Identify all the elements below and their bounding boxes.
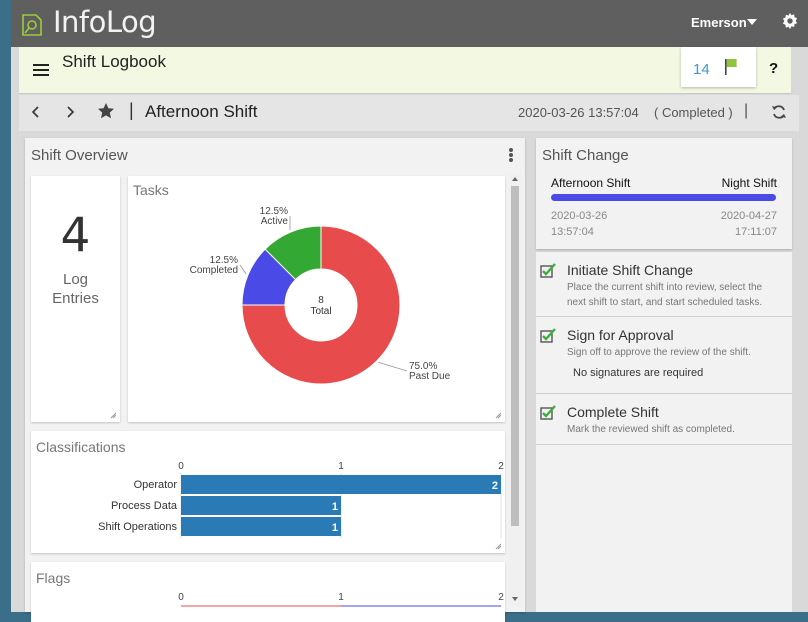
- nav-separator-2: |: [744, 102, 748, 120]
- app-title: InfoLog: [53, 5, 156, 39]
- from-date: 2020-03-26: [551, 208, 607, 224]
- log-entries-card[interactable]: 4 Log Entries: [31, 176, 120, 422]
- flags-card: Flags 012: [31, 562, 505, 622]
- bar[interactable]: [181, 475, 501, 494]
- logbook-title: Shift Logbook: [62, 52, 166, 72]
- x-tick-label: 1: [338, 592, 344, 603]
- resize-handle-icon[interactable]: [495, 412, 502, 419]
- donut-slice-label: Past Due: [409, 371, 451, 382]
- to-time: 17:11:07: [721, 224, 777, 240]
- step-description-line-2: next shift to start, and start scheduled…: [567, 295, 777, 310]
- checkbox-checked-icon: [540, 262, 556, 278]
- category-label: Operator: [134, 479, 178, 491]
- shift-steps-list: Initiate Shift Change Place the current …: [536, 252, 792, 612]
- checkbox-checked-icon: [540, 327, 556, 343]
- shift-date: 2020-03-26 13:57:04: [518, 105, 639, 120]
- refresh-icon[interactable]: [771, 104, 787, 120]
- donut-label-leader: [240, 265, 246, 274]
- from-time: 13:57:04: [551, 224, 607, 240]
- donut-slice-label: Active: [261, 216, 289, 227]
- step-description: Place the current shift into review, sel…: [567, 280, 777, 310]
- x-tick-label: 2: [498, 461, 504, 472]
- x-tick-label: 2: [498, 592, 504, 603]
- step-title: Initiate Shift Change: [567, 262, 693, 278]
- app-window: InfoLog Emerson Shift Logbook 14 ? | Aft…: [11, 0, 808, 612]
- shift-change-panel: Shift Change Afternoon Shift Night Shift…: [536, 138, 792, 249]
- log-label-line-2: Entries: [31, 289, 120, 308]
- menu-icon[interactable]: [33, 64, 49, 76]
- flags-bar-chart: 0 1 2: [31, 562, 505, 622]
- flag-count: 14: [693, 61, 710, 78]
- category-label: Process Data: [111, 500, 178, 512]
- classifications-card: Classifications 012Operator2Process Data…: [31, 431, 505, 553]
- step-description-line-1: Place the current shift into review, sel…: [567, 280, 777, 295]
- top-bar: InfoLog Emerson: [11, 0, 808, 47]
- bar-value-label: 1: [332, 501, 338, 513]
- x-tick-label: 1: [338, 461, 344, 472]
- gear-icon[interactable]: [781, 12, 799, 30]
- bar-value-label: 2: [492, 480, 498, 492]
- shift-progress-bar: [551, 194, 776, 201]
- log-count: 4: [31, 208, 120, 263]
- checkbox-checked-icon: [540, 404, 556, 420]
- chevron-down-icon[interactable]: [747, 19, 757, 25]
- flags-button[interactable]: 14: [681, 47, 756, 87]
- donut-label-leader: [378, 362, 407, 371]
- bar[interactable]: [181, 517, 341, 536]
- step-description: Sign off to approve the review of the sh…: [567, 345, 777, 360]
- nav-separator: |: [129, 100, 134, 121]
- logo-icon: [21, 11, 43, 37]
- step-title: Complete Shift: [567, 404, 659, 420]
- resize-handle-icon[interactable]: [495, 543, 502, 550]
- flag-icon: [724, 58, 738, 75]
- category-label: Shift Operations: [98, 521, 177, 533]
- donut-slice-label: Completed: [190, 265, 238, 276]
- help-button[interactable]: ?: [769, 60, 778, 77]
- step-title: Sign for Approval: [567, 327, 674, 343]
- step-complete-shift[interactable]: Complete Shift Mark the reviewed shift a…: [536, 394, 792, 445]
- bar[interactable]: [181, 496, 341, 515]
- step-note: No signatures are required: [573, 367, 703, 379]
- star-icon[interactable]: [97, 102, 115, 120]
- overview-scrollbar[interactable]: [509, 174, 521, 606]
- scroll-up-icon[interactable]: [512, 176, 518, 181]
- user-menu[interactable]: Emerson: [691, 15, 747, 30]
- shift-overview-panel: Shift Overview 4 Log Entries Tasks 75.0%…: [25, 138, 525, 612]
- overview-title: Shift Overview: [31, 147, 128, 164]
- shift-change-title: Shift Change: [542, 147, 629, 164]
- from-shift: Afternoon Shift: [551, 176, 630, 190]
- step-sign-for-approval[interactable]: Sign for Approval Sign off to approve th…: [536, 317, 792, 394]
- to-shift: Night Shift: [722, 176, 777, 190]
- chevron-left-icon[interactable]: [29, 105, 43, 119]
- tasks-card: Tasks 75.0%Past Due12.5%Completed12.5%Ac…: [128, 176, 505, 422]
- step-description: Mark the reviewed shift as completed.: [567, 422, 777, 437]
- chevron-right-icon[interactable]: [63, 105, 77, 119]
- shift-status: ( Completed ): [654, 105, 733, 120]
- donut-center-label: Total: [310, 306, 331, 317]
- log-entries-label: Log Entries: [31, 270, 120, 308]
- from-shift-datetime: 2020-03-26 13:57:04: [551, 208, 607, 240]
- logbook-bar: Shift Logbook 14 ?: [19, 47, 791, 94]
- x-tick-label: 0: [178, 592, 184, 603]
- donut-center-value: 8: [318, 295, 324, 306]
- to-shift-datetime: 2020-04-27 17:11:07: [721, 208, 777, 240]
- resize-handle-icon[interactable]: [110, 412, 117, 419]
- to-date: 2020-04-27: [721, 208, 777, 224]
- classifications-bar-chart: 0 1 2 Operator 2 Process Data 1 Shift Operation…: [31, 431, 505, 553]
- tasks-donut-chart: 75.0%Past Due12.5%Completed12.5%Active8T…: [128, 176, 505, 422]
- shift-title: Afternoon Shift: [145, 102, 257, 122]
- shift-nav-bar: | Afternoon Shift 2020-03-26 13:57:04 ( …: [19, 95, 799, 131]
- log-label-line-1: Log: [31, 270, 120, 289]
- step-initiate-shift-change[interactable]: Initiate Shift Change Place the current …: [536, 252, 792, 317]
- scrollbar-thumb[interactable]: [511, 186, 519, 526]
- bar-value-label: 1: [332, 522, 338, 534]
- scroll-down-icon[interactable]: [512, 597, 518, 602]
- x-tick-label: 0: [178, 461, 184, 472]
- more-options-icon[interactable]: [509, 148, 513, 162]
